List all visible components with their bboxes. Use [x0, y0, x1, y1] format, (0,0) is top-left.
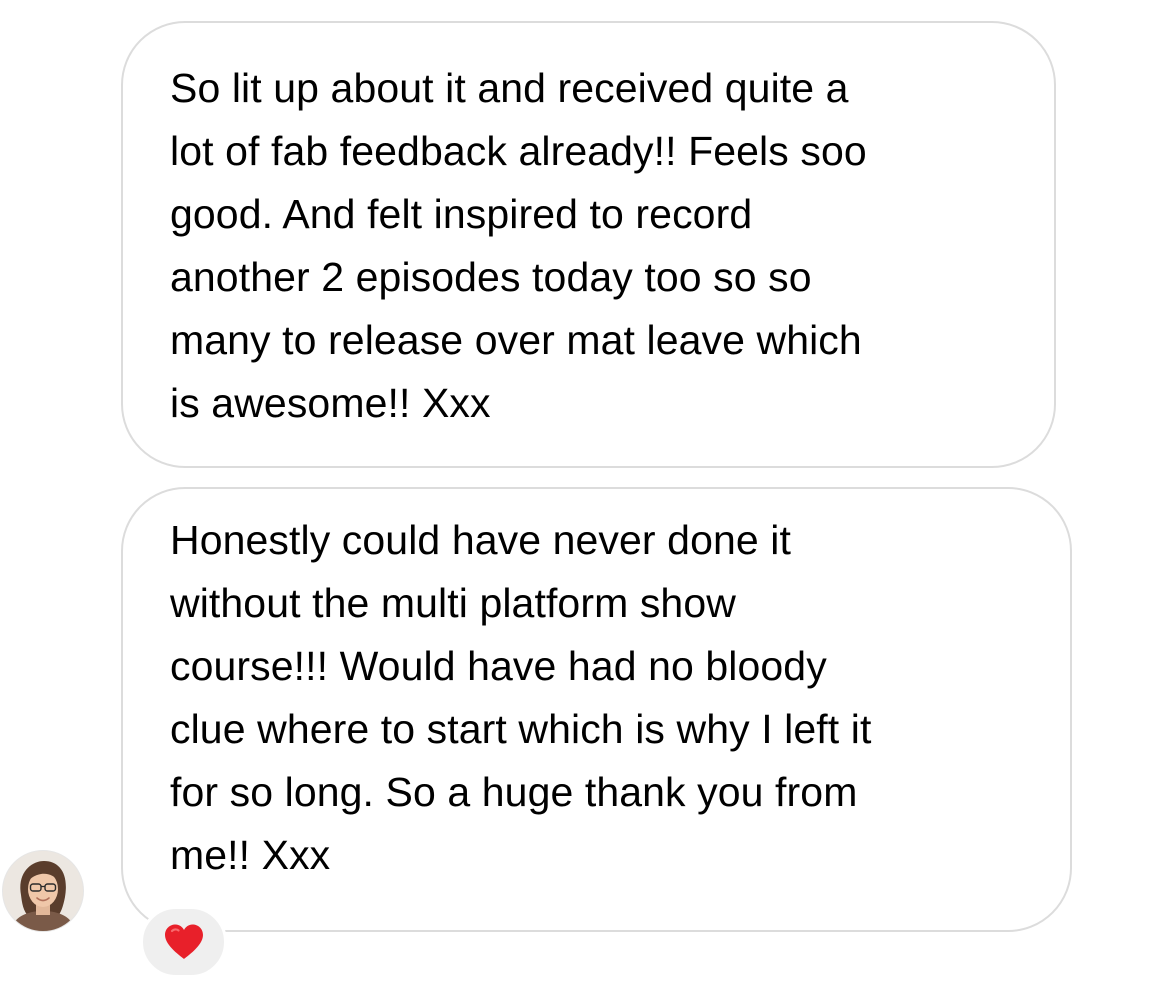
message-text-line: without the multi platform show	[170, 580, 736, 626]
message-text-line: course!!! Would have had no bloody	[170, 643, 827, 689]
message-text-line: another 2 episodes today too so so	[170, 254, 812, 300]
message-text-line: clue where to start which is why I left …	[170, 706, 872, 752]
red-heart-icon	[164, 924, 203, 959]
message-bubble-2[interactable]: Honestly could have never done it withou…	[121, 487, 1072, 932]
message-bubble-1[interactable]: So lit up about it and received quite a …	[121, 21, 1056, 468]
user-avatar-icon	[3, 851, 83, 931]
sender-avatar[interactable]	[2, 850, 84, 932]
reaction-badge[interactable]	[140, 906, 227, 978]
message-text-line: me!! Xxx	[170, 832, 331, 878]
message-text-line: lot of fab feedback already!! Feels soo	[170, 128, 867, 174]
message-text-line: is awesome!! Xxx	[170, 380, 491, 426]
message-text-line: good. And felt inspired to record	[170, 191, 753, 237]
message-text-line: So lit up about it and received quite a	[170, 65, 849, 111]
message-text-line: for so long. So a huge thank you from	[170, 769, 858, 815]
message-text-line: Honestly could have never done it	[170, 517, 791, 563]
message-text-line: many to release over mat leave which	[170, 317, 862, 363]
